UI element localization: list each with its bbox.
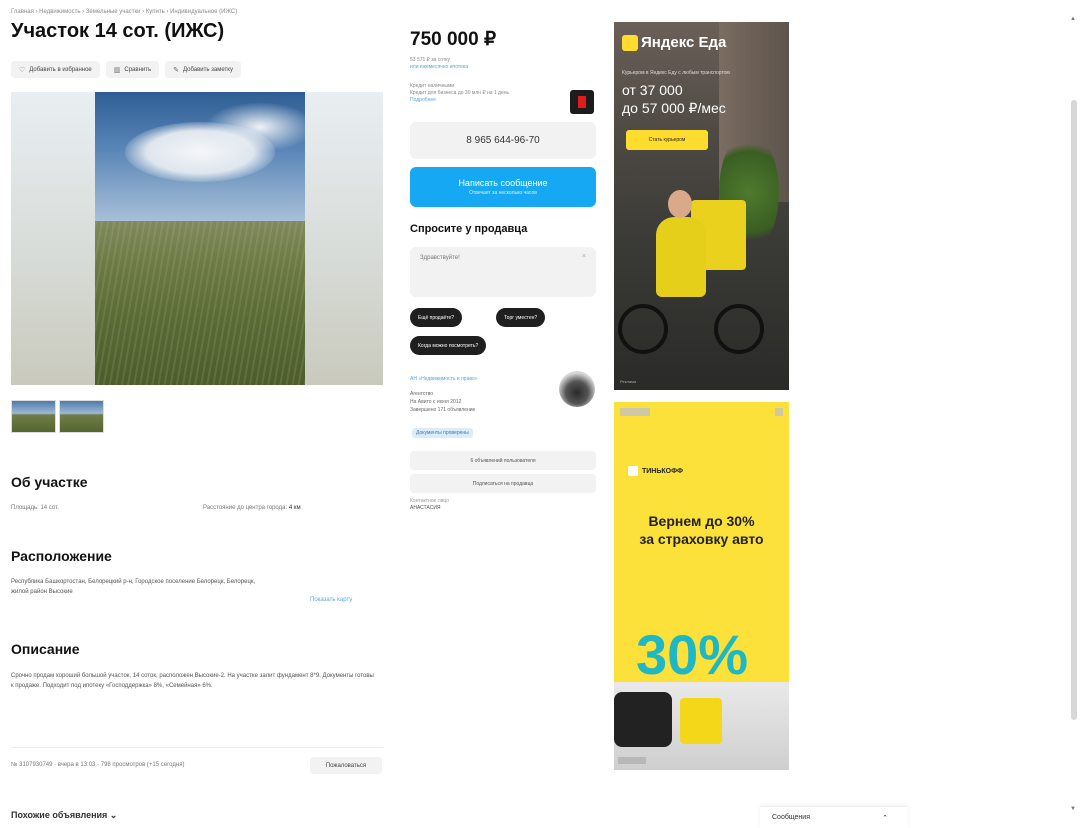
ad-earnings-line1: от 37 000 — [622, 82, 683, 98]
credit-offer: Кредит наличными Кредит для бизнеса до 3… — [410, 83, 560, 104]
clear-icon[interactable]: × — [582, 253, 586, 260]
scroll-down-arrow-icon[interactable]: ▼ — [1070, 806, 1076, 812]
about-heading: Об участке — [11, 474, 88, 490]
speaker-illustration — [614, 692, 672, 747]
photo-blur-right — [305, 92, 383, 385]
heart-icon: ♡ — [19, 66, 26, 74]
scroll-up-arrow-icon[interactable]: ▲ — [1070, 16, 1076, 22]
show-phone-button[interactable]: 8 965 644-96-70 — [410, 122, 596, 159]
ask-seller-heading: Спросите у продавца — [410, 223, 528, 235]
price: 750 000 ₽ — [410, 29, 497, 50]
area-value: Площадь: 14 сот. — [11, 505, 59, 511]
listing-meta: № 3107930749 · вчера в 13:03 · 798 просм… — [11, 762, 185, 768]
subscribe-seller-button[interactable]: Подписаться на продавца — [410, 474, 596, 493]
seller-listings: Завершено 171 объявление — [410, 407, 476, 413]
distance-row: Расстояние до центра города: 4 км — [203, 505, 301, 511]
seller-info: Агентство На Авито с июня 2012 Завершено… — [410, 390, 475, 414]
mortgage-link[interactable]: или ежемесячно ипотека — [410, 64, 468, 71]
quick-question-chip[interactable]: Ещё продаёте? — [410, 308, 463, 327]
credit-text: Кредит для бизнеса до 30 млн ₽ на 1 день — [410, 90, 510, 96]
seller-avatar[interactable] — [559, 371, 595, 407]
compare-label: Сравнить — [124, 66, 152, 73]
seller-type: Агентство — [410, 391, 433, 397]
photo-thumbnails — [11, 400, 104, 433]
gift-bag-illustration — [680, 698, 722, 744]
distance-value: 4 км — [288, 505, 301, 511]
tinkoff-logo-icon — [628, 466, 638, 476]
compare-button[interactable]: ▥ Сравнить — [105, 61, 160, 78]
photo-blur-left — [11, 92, 95, 385]
ad-headline-line1: Вернем до 30% — [648, 513, 755, 529]
yandex-eda-logo-icon — [622, 34, 638, 51]
credit-more-link[interactable]: Подробнее — [410, 97, 560, 104]
ad-label-badge — [620, 408, 650, 416]
description-text: Срочно продам хороший большой участок, 1… — [11, 673, 374, 689]
quick-question-chip[interactable]: Торг уместен? — [496, 308, 546, 327]
ask-seller-input[interactable]: Здравствуйте! × — [410, 247, 596, 297]
messages-bar[interactable]: Сообщения ⌃ — [760, 806, 908, 828]
ask-input-text: Здравствуйте! — [420, 255, 460, 261]
thumbnail[interactable] — [11, 400, 56, 433]
listing-actions: ♡ Добавить в избранное ▥ Сравнить ✎ Доба… — [11, 61, 241, 78]
distance-label: Расстояние до центра города: — [203, 505, 288, 511]
write-message-button[interactable]: Написать сообщение Отвечает за несколько… — [410, 167, 596, 207]
credit-label: Кредит наличными — [410, 83, 455, 89]
location-heading: Расположение — [11, 548, 112, 564]
yandex-eda-brand-text: Яндекс Еда — [641, 34, 727, 51]
ad-footer-badge — [618, 757, 646, 764]
price-details: 53 571 ₽ за сотку или ежемесячно ипотека — [410, 57, 468, 71]
compare-icon: ▥ — [113, 66, 121, 74]
price-per-unit: 53 571 ₽ за сотку — [410, 57, 450, 63]
favorite-label: Добавить в избранное — [29, 66, 92, 73]
address-text: Республика Башкортостан, Белорецкий р-н,… — [11, 579, 256, 595]
page-title: Участок 14 сот. (ИЖС) — [11, 20, 225, 42]
breadcrumb[interactable]: Главная › Недвижимость › Земельные участ… — [11, 9, 237, 15]
complain-button[interactable]: Пожаловаться — [310, 757, 382, 774]
divider — [11, 747, 383, 748]
message-button-subtitle: Отвечает за несколько часов — [469, 190, 537, 196]
message-button-title: Написать сообщение — [458, 178, 548, 188]
ad-cta-button[interactable]: Стать курьером — [626, 130, 708, 150]
yandex-eda-brand: Яндекс Еда — [622, 34, 726, 51]
pin-icon: ✎ — [173, 66, 179, 74]
yandex-eda-ad[interactable]: Яндекс Еда Курьером в Яндекс Еду с любым… — [614, 22, 789, 390]
seller-listings-button[interactable]: 6 объявлений пользователя — [410, 451, 596, 470]
ad-big-number: 30% — [636, 623, 749, 686]
add-note-button[interactable]: ✎ Добавить заметку — [165, 61, 241, 78]
seller-since: На Авито с июня 2012 — [410, 399, 462, 405]
tinkoff-ad[interactable]: ТИНЬКОФФ Вернем до 30% за страховку авто… — [614, 402, 789, 770]
thumbnail[interactable] — [59, 400, 104, 433]
ad-headline-line2: за страховку авто — [639, 531, 764, 547]
similar-listings-toggle[interactable]: Похожие объявления ⌄ — [11, 810, 117, 821]
seller-name-link[interactable]: АН «Недвижимость и право» — [410, 376, 550, 383]
scrollbar-thumb[interactable] — [1071, 100, 1077, 720]
ad-footer-note: Реклама — [620, 379, 637, 384]
show-map-link[interactable]: Показать карту — [310, 597, 352, 603]
docs-verified-badge: Документы проверены — [412, 428, 473, 438]
main-photo[interactable] — [11, 92, 383, 385]
contact-person-name: АНАСТАСИЯ — [410, 505, 441, 511]
ad-info-icon[interactable] — [775, 408, 783, 416]
ad-tagline: Курьером в Яндекс Еду с любым транспорто… — [622, 70, 730, 76]
photo-image — [95, 92, 305, 385]
tinkoff-brand: ТИНЬКОФФ — [628, 466, 683, 476]
contact-person-label: Контактное лицо — [410, 498, 450, 504]
tinkoff-brand-text: ТИНЬКОФФ — [642, 467, 683, 475]
contact-person: Контактное лицо АНАСТАСИЯ — [410, 498, 449, 512]
chevron-up-icon[interactable]: ⌃ — [882, 814, 888, 822]
messages-label: Сообщения — [772, 814, 810, 821]
description-heading: Описание — [11, 641, 80, 657]
add-to-favorites-button[interactable]: ♡ Добавить в избранное — [11, 61, 100, 78]
quick-question-chip[interactable]: Когда можно посмотреть? — [410, 336, 487, 355]
note-label: Добавить заметку — [183, 66, 233, 73]
ad-earnings-line2: до 57 000 ₽/мес — [622, 100, 726, 116]
bank-logo-icon[interactable] — [570, 90, 594, 114]
